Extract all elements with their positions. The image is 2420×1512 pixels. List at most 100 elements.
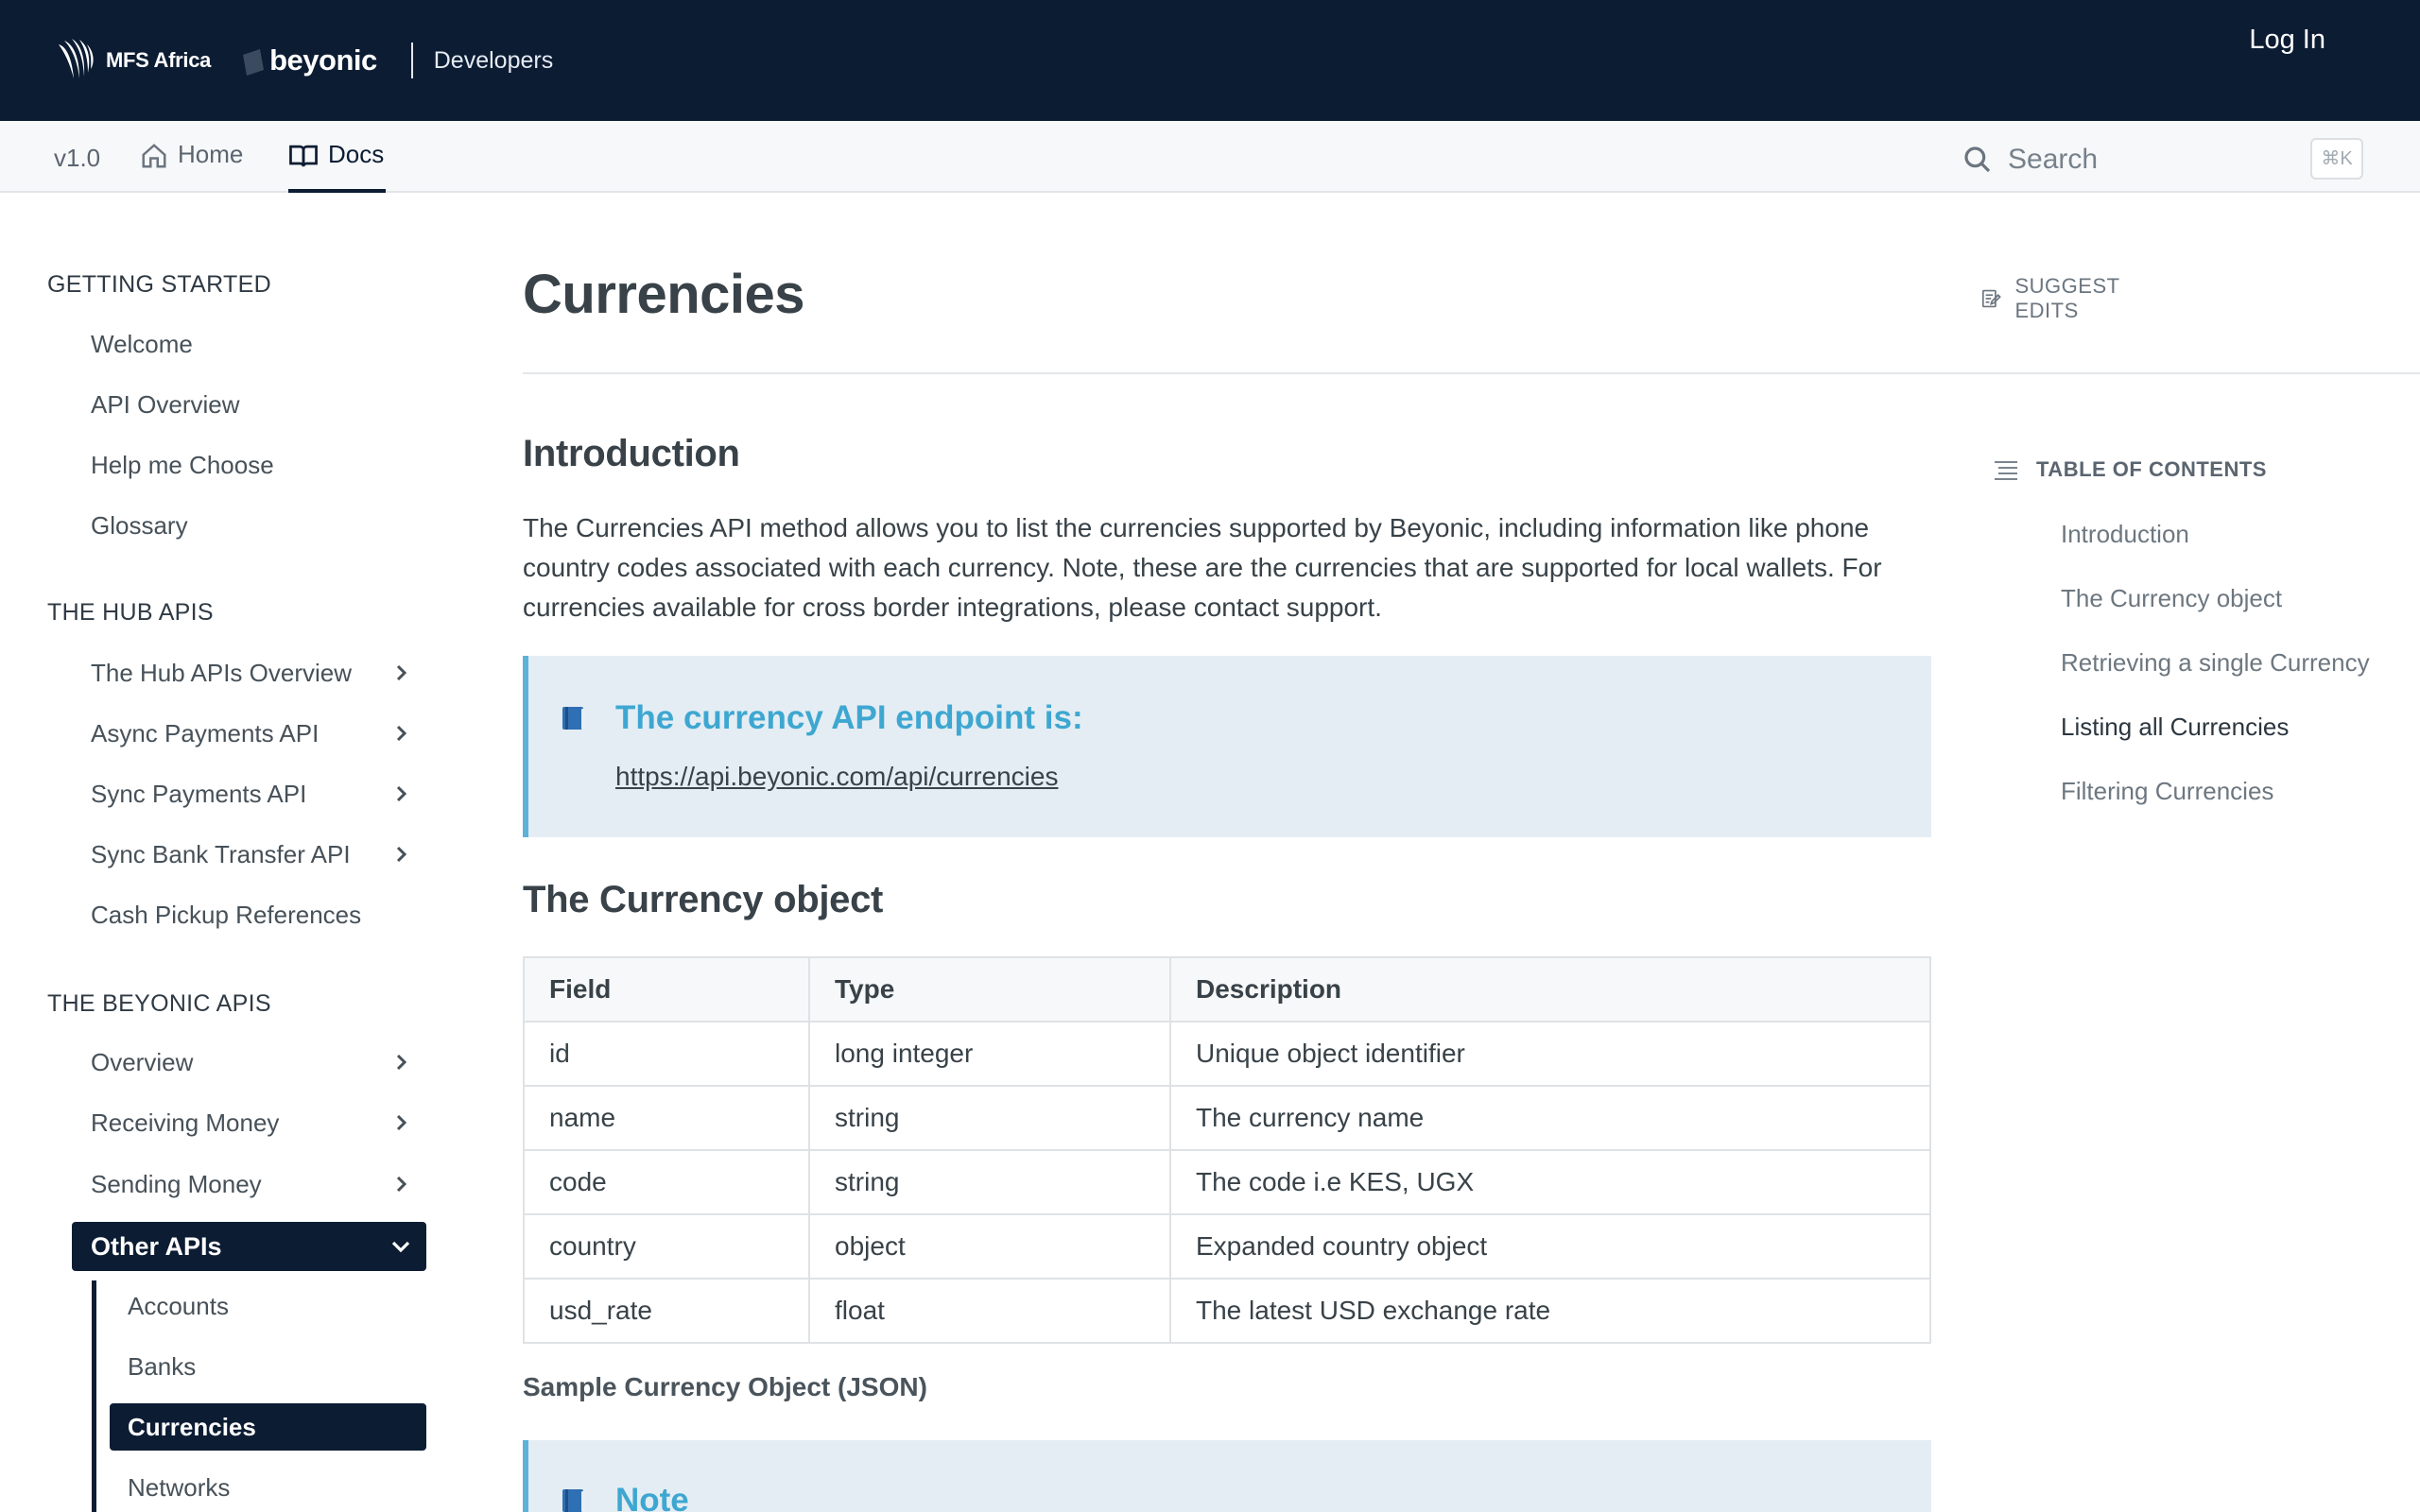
sidebar-heading-getting-started: GETTING STARTED <box>47 271 271 298</box>
chevron-right-icon[interactable] <box>391 649 412 696</box>
table-row: country object Expanded country object <box>523 1213 1931 1280</box>
mfs-africa-logo-icon <box>59 39 94 78</box>
sidebar-item-other-apis[interactable]: Other APIs <box>72 1222 426 1271</box>
developers-label: Developers <box>433 46 554 74</box>
sidebar-item-sync-bank-transfer[interactable]: Sync Bank Transfer API <box>91 831 412 878</box>
top-header: MFS Africa beyonic Developers Log In <box>0 0 2420 121</box>
sidebar-subitem-networks[interactable]: Networks <box>128 1464 425 1511</box>
sidebar-item-api-overview[interactable]: API Overview <box>91 381 412 428</box>
column-header-description: Description <box>1169 956 1931 1022</box>
note-title: Note <box>615 1482 689 1512</box>
table-row: code string The code i.e KES, UGX <box>523 1149 1931 1215</box>
toc-item-currency-object[interactable]: The Currency object <box>2061 584 2282 613</box>
search-placeholder: Search <box>2008 144 2099 175</box>
toc-heading: TABLE OF CONTENTS <box>1993 457 2267 482</box>
section-heading-introduction: Introduction <box>523 433 740 474</box>
toc-item-listing-all[interactable]: Listing all Currencies <box>2061 713 2289 742</box>
sidebar-subitem-accounts[interactable]: Accounts <box>128 1282 425 1330</box>
tab-home[interactable]: Home <box>140 140 243 193</box>
callout-title: The currency API endpoint is: <box>615 699 1083 736</box>
sidebar-item-glossary[interactable]: Glossary <box>91 502 412 549</box>
section-heading-currency-object: The Currency object <box>523 879 884 920</box>
tab-docs[interactable]: Docs <box>288 140 387 193</box>
table-cell: float <box>808 1278 1171 1344</box>
search-input[interactable]: Search ⌘K <box>1962 138 2363 181</box>
submenu-indicator-line <box>92 1280 96 1512</box>
sidebar-item-label: Sending Money <box>91 1170 262 1198</box>
table-cell: The currency name <box>1169 1085 1931 1151</box>
blue-book-icon <box>562 707 585 730</box>
list-icon <box>1995 461 2017 480</box>
sidebar-item-welcome[interactable]: Welcome <box>91 320 412 368</box>
toc-item-introduction[interactable]: Introduction <box>2061 520 2189 549</box>
beyonic-mark-icon <box>243 49 265 76</box>
table-cell: Unique object identifier <box>1169 1021 1931 1087</box>
sidebar-item-label: The Hub APIs Overview <box>91 659 352 687</box>
sidebar-item-label: Overview <box>91 1048 194 1076</box>
tab-home-label: Home <box>178 140 244 168</box>
suggest-edits-label: SUGGEST EDITS <box>2014 274 2120 322</box>
currency-fields-table: Field Type Description id long integer U… <box>523 956 1931 1344</box>
brand-beyonic-text: beyonic <box>269 43 377 77</box>
sidebar-item-label: Sync Payments API <box>91 780 307 808</box>
home-icon <box>142 144 166 168</box>
chevron-right-icon[interactable] <box>391 831 412 878</box>
column-header-type: Type <box>808 956 1171 1022</box>
sidebar-heading-beyonic-apis: THE BEYONIC APIS <box>47 990 271 1017</box>
sidebar-item-label: Receiving Money <box>91 1108 280 1137</box>
table-cell: The code i.e KES, UGX <box>1169 1149 1931 1215</box>
table-cell: usd_rate <box>523 1278 810 1344</box>
chevron-right-icon[interactable] <box>391 1160 412 1208</box>
sidebar-item-help-me-choose[interactable]: Help me Choose <box>91 441 412 489</box>
chevron-right-icon[interactable] <box>391 1039 412 1086</box>
table-cell: The latest USD exchange rate <box>1169 1278 1931 1344</box>
table-cell: object <box>808 1213 1171 1280</box>
brand-mfs-text: MFS Africa <box>106 48 212 72</box>
table-cell: string <box>808 1149 1171 1215</box>
sub-navigation: v1.0 Home Docs Search ⌘K <box>0 121 2420 193</box>
table-header-row: Field Type Description <box>523 956 1931 1022</box>
table-cell: country <box>523 1213 810 1280</box>
sidebar-item-receiving-money[interactable]: Receiving Money <box>91 1099 412 1146</box>
table-cell: long integer <box>808 1021 1171 1087</box>
table-cell: string <box>808 1085 1171 1151</box>
toc-item-retrieving-single[interactable]: Retrieving a single Currency <box>2061 648 2370 678</box>
version-label[interactable]: v1.0 <box>54 144 100 173</box>
sidebar-item-async-payments[interactable]: Async Payments API <box>91 710 412 757</box>
sidebar-subitem-banks[interactable]: Banks <box>128 1343 425 1390</box>
sidebar-item-sync-payments[interactable]: Sync Payments API <box>91 770 412 817</box>
tab-docs-label: Docs <box>328 140 385 168</box>
endpoint-link[interactable]: https://api.beyonic.com/api/currencies <box>615 762 1058 792</box>
chevron-right-icon[interactable] <box>391 770 412 817</box>
table-cell: name <box>523 1085 810 1151</box>
sidebar-heading-hub-apis: THE HUB APIS <box>47 599 214 626</box>
table-row: usd_rate float The latest USD exchange r… <box>523 1278 1931 1344</box>
edit-icon <box>1981 289 2001 308</box>
book-icon <box>289 145 318 167</box>
brand-logo[interactable]: MFS Africa beyonic Developers <box>53 32 553 89</box>
sidebar-subitem-currencies[interactable]: Currencies <box>110 1403 426 1451</box>
page-title: Currencies <box>523 264 805 325</box>
blue-book-icon <box>562 1489 585 1512</box>
sidebar-item-label: Async Payments API <box>91 719 320 747</box>
chevron-down-icon[interactable] <box>390 1222 411 1271</box>
sidebar-item-overview[interactable]: Overview <box>91 1039 412 1086</box>
column-header-field: Field <box>523 956 810 1022</box>
intro-paragraph: The Currencies API method allows you to … <box>523 513 1882 622</box>
endpoint-callout: The currency API endpoint is: https://ap… <box>523 656 1931 837</box>
sample-object-label: Sample Currency Object (JSON) <box>523 1372 927 1401</box>
suggest-edits-button[interactable]: SUGGEST EDITS <box>1980 274 2131 323</box>
sidebar-item-label: Sync Bank Transfer API <box>91 840 351 868</box>
toc-item-filtering[interactable]: Filtering Currencies <box>2061 777 2273 806</box>
table-row: id long integer Unique object identifier <box>523 1021 1931 1087</box>
login-link[interactable]: Log In <box>2249 25 2325 56</box>
title-divider <box>523 372 2420 374</box>
sidebar-item-hub-overview[interactable]: The Hub APIs Overview <box>91 649 412 696</box>
sidebar-item-cash-pickup[interactable]: Cash Pickup References <box>91 891 412 938</box>
search-icon <box>1964 146 1991 173</box>
toc-heading-label: TABLE OF CONTENTS <box>2036 457 2267 481</box>
sidebar-item-sending-money[interactable]: Sending Money <box>91 1160 412 1208</box>
search-shortcut-badge: ⌘K <box>2310 138 2363 180</box>
chevron-right-icon[interactable] <box>391 1099 412 1146</box>
chevron-right-icon[interactable] <box>391 710 412 757</box>
